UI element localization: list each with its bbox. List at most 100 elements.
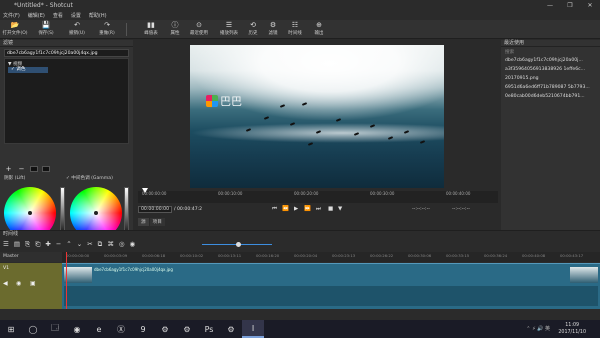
tab-source[interactable]: 源 <box>138 218 149 226</box>
edge-icon[interactable]: e <box>88 320 110 338</box>
rewind-button[interactable]: ⏪ <box>282 206 289 212</box>
task-view-icon[interactable]: 🗔 <box>44 320 66 338</box>
stop-button[interactable]: ■ <box>328 206 333 212</box>
v1-track: V1 ◀ ◉ ▣ dbe7cb6agy1f1c7c09hjcj20a00j4qx… <box>0 263 600 309</box>
menu-help[interactable]: 帮助(H) <box>89 12 107 19</box>
timeline-menu-icon[interactable]: ☰ <box>3 240 9 248</box>
lift-icon[interactable]: ⌃ <box>66 240 71 248</box>
redo-button[interactable]: ↷ 重做(R) <box>94 21 120 36</box>
menu-settings[interactable]: 设置 <box>71 12 81 19</box>
menu-file[interactable]: 文件(F) <box>3 12 20 19</box>
snap-icon[interactable]: ⧉ <box>98 240 103 249</box>
photoshop-icon[interactable]: Ps <box>198 320 220 338</box>
open-file-button[interactable]: 📂 打开文件(O) <box>2 21 28 36</box>
clip-name: dbe7cb6agy1f1c7c09hjcj20a00j4qx.jpg <box>94 267 173 272</box>
settings-icon[interactable]: ⚙ <box>154 320 176 338</box>
timeline-title: 时间线 <box>3 231 19 237</box>
copy-filter-button[interactable] <box>42 166 50 172</box>
clip-body <box>64 286 598 306</box>
timeline-tick: 00:00:06:18 <box>142 253 166 258</box>
menu-bar: 文件(F) 编辑(E) 查看 设置 帮助(H) <box>0 11 600 20</box>
properties-button[interactable]: ⓘ 属性 <box>162 21 188 36</box>
export-button[interactable]: ⊕ 输出 <box>306 21 332 36</box>
lift-wheel-cursor[interactable] <box>28 211 32 215</box>
timeline-ruler[interactable]: 00:00:00:00 00:00:03:09 00:00:06:18 00:0… <box>62 252 600 262</box>
fast-forward-button[interactable]: ⏩ <box>304 206 311 212</box>
timeline-clip[interactable]: dbe7cb6agy1f1c7c09hjcj20a00j4qx.jpg <box>62 263 600 309</box>
gamma-wheel-cursor[interactable] <box>94 211 98 215</box>
app-icon[interactable]: 9 <box>132 320 154 338</box>
firefox-icon[interactable]: ◉ <box>66 320 88 338</box>
timeline-playhead[interactable] <box>66 252 67 309</box>
lock-icon[interactable]: ▣ <box>30 280 36 287</box>
hide-icon[interactable]: ◉ <box>16 280 21 287</box>
recent-search-input[interactable]: 搜索 <box>505 49 597 56</box>
filter-item-color-grading[interactable]: ✓ 调色 <box>8 67 48 73</box>
viewer-playhead[interactable] <box>142 188 148 193</box>
clip-thumbnail-start <box>64 267 92 283</box>
viewer-ruler[interactable]: 00:00:00:00 00:00:10:00 00:00:20:00 00:0… <box>138 191 498 203</box>
ripple-delete-icon[interactable]: − <box>56 240 61 248</box>
minimize-button[interactable]: — <box>540 0 560 11</box>
recent-file-item[interactable]: a3f35964056913838926 1effe6c... <box>505 65 597 74</box>
ripple-icon[interactable]: ◎ <box>119 240 125 248</box>
timeline-toolbar: ☰ ▤ ⎘ ⎗ ✚ − ⌃ ⌄ ✂ ⧉ ⌘ ◎ ◉ <box>0 239 600 249</box>
skip-next-button[interactable]: ⏭ <box>316 206 321 213</box>
recent-file-item[interactable]: 6951d6a6ed6ff71b789087 5b7793... <box>505 83 597 92</box>
scrub-icon[interactable]: ⌘ <box>107 240 114 248</box>
timeline-tick: 00:00:26:22 <box>370 253 394 258</box>
search-icon[interactable]: ◯ <box>22 320 44 338</box>
peak-meter-button[interactable]: ▮▮ 峰值表 <box>138 21 164 36</box>
mute-icon[interactable]: ◀ <box>3 280 8 287</box>
filter-tools: + − <box>4 165 50 173</box>
zoom-slider-thumb[interactable] <box>236 242 241 247</box>
close-button[interactable]: ✕ <box>580 0 600 11</box>
recent-file-item[interactable]: dbe7cb6agy1f1c7c09hjcj20a00j... <box>505 56 597 65</box>
app-icon[interactable]: Ⓧ <box>110 320 132 338</box>
playlist-button[interactable]: ☰ 播放列表 <box>216 21 242 36</box>
cut-icon[interactable]: ▤ <box>14 240 20 248</box>
dolphin <box>419 140 426 144</box>
recent-button[interactable]: ⊙ 最近使用 <box>186 21 212 36</box>
clock[interactable]: 11:09 2017/11/10 <box>558 322 586 336</box>
maximize-button[interactable]: ❐ <box>560 0 580 11</box>
recent-file-item[interactable]: 0e80cab00d6deb5210674bb791... <box>505 92 597 101</box>
save-button[interactable]: 💾 保存(S) <box>33 21 59 36</box>
add-filter-button[interactable]: + <box>4 165 13 173</box>
peak-meter-icon: ▮▮ <box>147 21 155 29</box>
skip-previous-button[interactable]: ⏮ <box>272 206 277 213</box>
copy-icon[interactable]: ⎘ <box>25 240 30 249</box>
app-icon[interactable]: ⚙ <box>176 320 198 338</box>
app-icon[interactable]: ⚙ <box>220 320 242 338</box>
watermark: 巴巴 <box>206 93 242 109</box>
ripple-all-icon[interactable]: ◉ <box>129 240 135 248</box>
timeline-tick: 00:00:10:02 <box>180 253 204 258</box>
play-button[interactable]: ▶ <box>294 206 298 212</box>
timecode-field[interactable]: 00:00:00:00 <box>138 206 172 213</box>
start-icon[interactable]: ⊞ <box>0 320 22 338</box>
shotcut-taskbar-icon[interactable]: I <box>242 320 264 338</box>
properties-icon: ⓘ <box>171 21 179 29</box>
clip-thumbnail-end <box>570 267 598 283</box>
overwrite-icon[interactable]: ⌄ <box>77 240 82 248</box>
undo-icon: ↶ <box>74 21 80 29</box>
menu-edit[interactable]: 编辑(E) <box>28 12 45 19</box>
system-tray[interactable]: ⌃ ⚡ 🔊 英 <box>526 325 550 332</box>
volume-dropdown[interactable]: ▼ <box>338 206 342 212</box>
timeline-button[interactable]: ☷ 时间线 <box>282 21 308 36</box>
split-icon[interactable]: ✂ <box>87 240 92 248</box>
append-icon[interactable]: ✚ <box>45 240 50 248</box>
v1-track-header[interactable]: V1 ◀ ◉ ▣ <box>0 263 62 309</box>
filter-list[interactable]: ▼ 视频 ✓ 调色 <box>4 58 129 144</box>
menu-view[interactable]: 查看 <box>53 12 63 19</box>
deselect-filter-button[interactable] <box>30 166 38 172</box>
paste-icon[interactable]: ⎗ <box>35 240 40 249</box>
toolbar-separator <box>126 23 127 36</box>
undo-button[interactable]: ↶ 撤销(U) <box>64 21 90 36</box>
recent-icon: ⊙ <box>196 21 202 29</box>
timeline-tick: 00:00:33:15 <box>446 253 470 258</box>
recent-file-item[interactable]: 20170915.png <box>505 74 597 83</box>
tab-project[interactable]: 项目 <box>149 218 165 226</box>
timeline-tick: 00:00:23:13 <box>332 253 356 258</box>
remove-filter-button[interactable]: − <box>17 165 26 173</box>
